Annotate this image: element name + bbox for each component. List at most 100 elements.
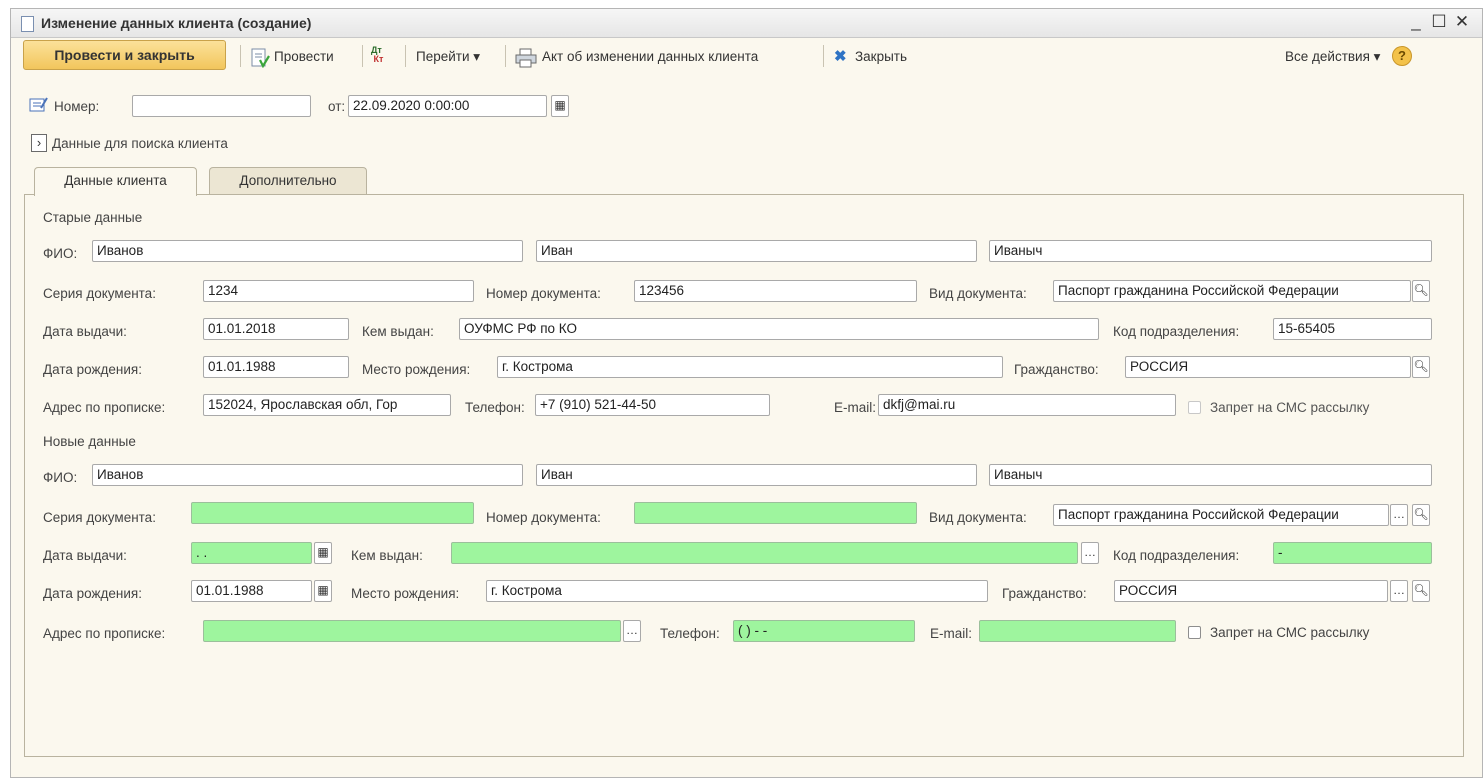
tab-additional[interactable]: Дополнительно (209, 167, 367, 195)
new-citizenship-field[interactable]: РОССИЯ (1114, 580, 1388, 602)
select-dots-button[interactable]: … (623, 620, 641, 642)
new-doc-type-field[interactable]: Паспорт гражданина Российской Федерации (1053, 504, 1389, 526)
post-button[interactable]: Провести (274, 49, 334, 64)
old-fio-label: ФИО: (43, 246, 78, 261)
old-email-label: E-mail: (834, 400, 877, 415)
old-last-name-field[interactable]: Иванов (92, 240, 523, 262)
old-doc-series-label: Серия документа: (43, 286, 156, 301)
select-dots-button[interactable]: … (1390, 504, 1408, 526)
new-issue-date-label: Дата выдачи: (43, 548, 127, 563)
old-issued-by-field[interactable]: ОУФМС РФ по КО (459, 318, 1099, 340)
new-phone-field[interactable]: ( ) - - (733, 620, 915, 642)
old-data-heading: Старые данные (43, 210, 143, 225)
search-icon[interactable]: 🔍︎ (1412, 504, 1430, 526)
calendar-icon[interactable]: ▦ (551, 95, 569, 117)
date-input[interactable]: 22.09.2020 0:00:00 (348, 95, 547, 117)
close-button[interactable]: Закрыть (855, 49, 907, 64)
old-phone-label: Телефон: (465, 400, 525, 415)
old-doc-type-label: Вид документа: (929, 286, 1027, 301)
old-doc-number-label: Номер документа: (486, 286, 601, 301)
new-citizenship-label: Гражданство: (1002, 586, 1087, 601)
number-label: Номер: (54, 99, 100, 114)
new-birth-date-label: Дата рождения: (43, 586, 142, 601)
old-birth-place-label: Место рождения: (362, 362, 471, 377)
new-phone-label: Телефон: (660, 626, 720, 641)
old-patronymic-field[interactable]: Иваныч (989, 240, 1432, 262)
printer-icon (515, 48, 537, 68)
new-doc-number-field[interactable] (634, 502, 917, 524)
old-first-name-field[interactable]: Иван (536, 240, 977, 262)
dt-kt-icon[interactable]: Дт Кт (371, 46, 383, 64)
old-doc-number-field[interactable]: 123456 (634, 280, 917, 302)
old-doc-type-field[interactable]: Паспорт гражданина Российской Федерации (1053, 280, 1411, 302)
all-actions-menu[interactable]: Все действия ▾ (1285, 49, 1380, 65)
old-issued-by-label: Кем выдан: (362, 324, 434, 339)
old-phone-field[interactable]: +7 (910) 521-44-50 (535, 394, 770, 416)
window-edge (0, 0, 9, 778)
new-issued-by-label: Кем выдан: (351, 548, 423, 563)
toolbar-separator (240, 45, 241, 67)
search-icon[interactable]: 🔍︎ (1412, 280, 1430, 302)
goto-menu[interactable]: Перейти ▾ (416, 49, 480, 65)
search-icon[interactable]: 🔍︎ (1412, 580, 1430, 602)
document-icon (21, 16, 34, 32)
new-address-field[interactable] (203, 620, 621, 642)
number-edit-icon (29, 97, 48, 112)
old-doc-series-field[interactable]: 1234 (203, 280, 474, 302)
new-birth-date-field[interactable]: 01.01.1988 (191, 580, 312, 602)
new-dept-code-field[interactable]: - (1273, 542, 1432, 564)
toolbar-separator (505, 45, 506, 67)
minimize-button[interactable]: _ (1406, 12, 1426, 32)
old-email-field[interactable]: dkfj@mai.ru (878, 394, 1176, 416)
new-doc-number-label: Номер документа: (486, 510, 601, 525)
old-dept-code-field[interactable]: 15-65405 (1273, 318, 1432, 340)
old-birth-place-field[interactable]: г. Кострома (497, 356, 1003, 378)
new-email-label: E-mail: (930, 626, 973, 641)
old-birth-date-label: Дата рождения: (43, 362, 142, 377)
search-icon[interactable]: 🔍︎ (1412, 356, 1430, 378)
number-input[interactable] (132, 95, 311, 117)
toolbar-separator (823, 45, 824, 67)
new-doc-series-field[interactable] (191, 502, 474, 524)
new-patronymic-field[interactable]: Иваныч (989, 464, 1432, 486)
toolbar-separator (405, 45, 406, 67)
new-data-heading: Новые данные (43, 434, 136, 449)
old-citizenship-field[interactable]: РОССИЯ (1125, 356, 1411, 378)
new-fio-label: ФИО: (43, 470, 78, 485)
date-label: от: (328, 99, 346, 114)
close-icon: ✖ (834, 48, 847, 65)
new-dept-code-label: Код подразделения: (1113, 548, 1240, 563)
act-print-button[interactable]: Акт об изменении данных клиента (542, 49, 758, 64)
old-sms-ban-checkbox[interactable] (1188, 401, 1201, 414)
toolbar-separator (362, 45, 363, 67)
old-issue-date-field[interactable]: 01.01.2018 (203, 318, 349, 340)
maximize-button[interactable]: ☐ (1429, 12, 1449, 32)
new-birth-place-label: Место рождения: (351, 586, 460, 601)
new-email-field[interactable] (979, 620, 1176, 642)
new-issued-by-field[interactable] (451, 542, 1078, 564)
new-first-name-field[interactable]: Иван (536, 464, 977, 486)
calendar-icon[interactable]: ▦ (314, 580, 332, 602)
old-address-field[interactable]: 152024, Ярославская обл, Гор (203, 394, 451, 416)
new-sms-ban-label: Запрет на СМС рассылку (1210, 625, 1370, 640)
close-window-button[interactable]: ✕ (1452, 12, 1472, 32)
new-issue-date-field[interactable]: . . (191, 542, 312, 564)
expand-chevron-icon[interactable]: › (31, 134, 47, 152)
search-group-label[interactable]: Данные для поиска клиента (52, 136, 228, 151)
post-icon (251, 48, 270, 68)
post-and-close-button[interactable]: Провести и закрыть (23, 40, 226, 70)
help-icon[interactable]: ? (1392, 46, 1412, 66)
new-last-name-field[interactable]: Иванов (92, 464, 523, 486)
old-dept-code-label: Код подразделения: (1113, 324, 1240, 339)
select-dots-button[interactable]: … (1081, 542, 1099, 564)
select-dots-button[interactable]: … (1390, 580, 1408, 602)
new-birth-place-field[interactable]: г. Кострома (486, 580, 988, 602)
new-sms-ban-checkbox[interactable] (1188, 626, 1201, 639)
old-citizenship-label: Гражданство: (1014, 362, 1099, 377)
old-birth-date-field[interactable]: 01.01.1988 (203, 356, 349, 378)
calendar-icon[interactable]: ▦ (314, 542, 332, 564)
window-title: Изменение данных клиента (создание) (41, 15, 312, 31)
new-doc-series-label: Серия документа: (43, 510, 156, 525)
tab-client-data[interactable]: Данные клиента (34, 167, 197, 196)
new-address-label: Адрес по прописке: (43, 626, 166, 641)
